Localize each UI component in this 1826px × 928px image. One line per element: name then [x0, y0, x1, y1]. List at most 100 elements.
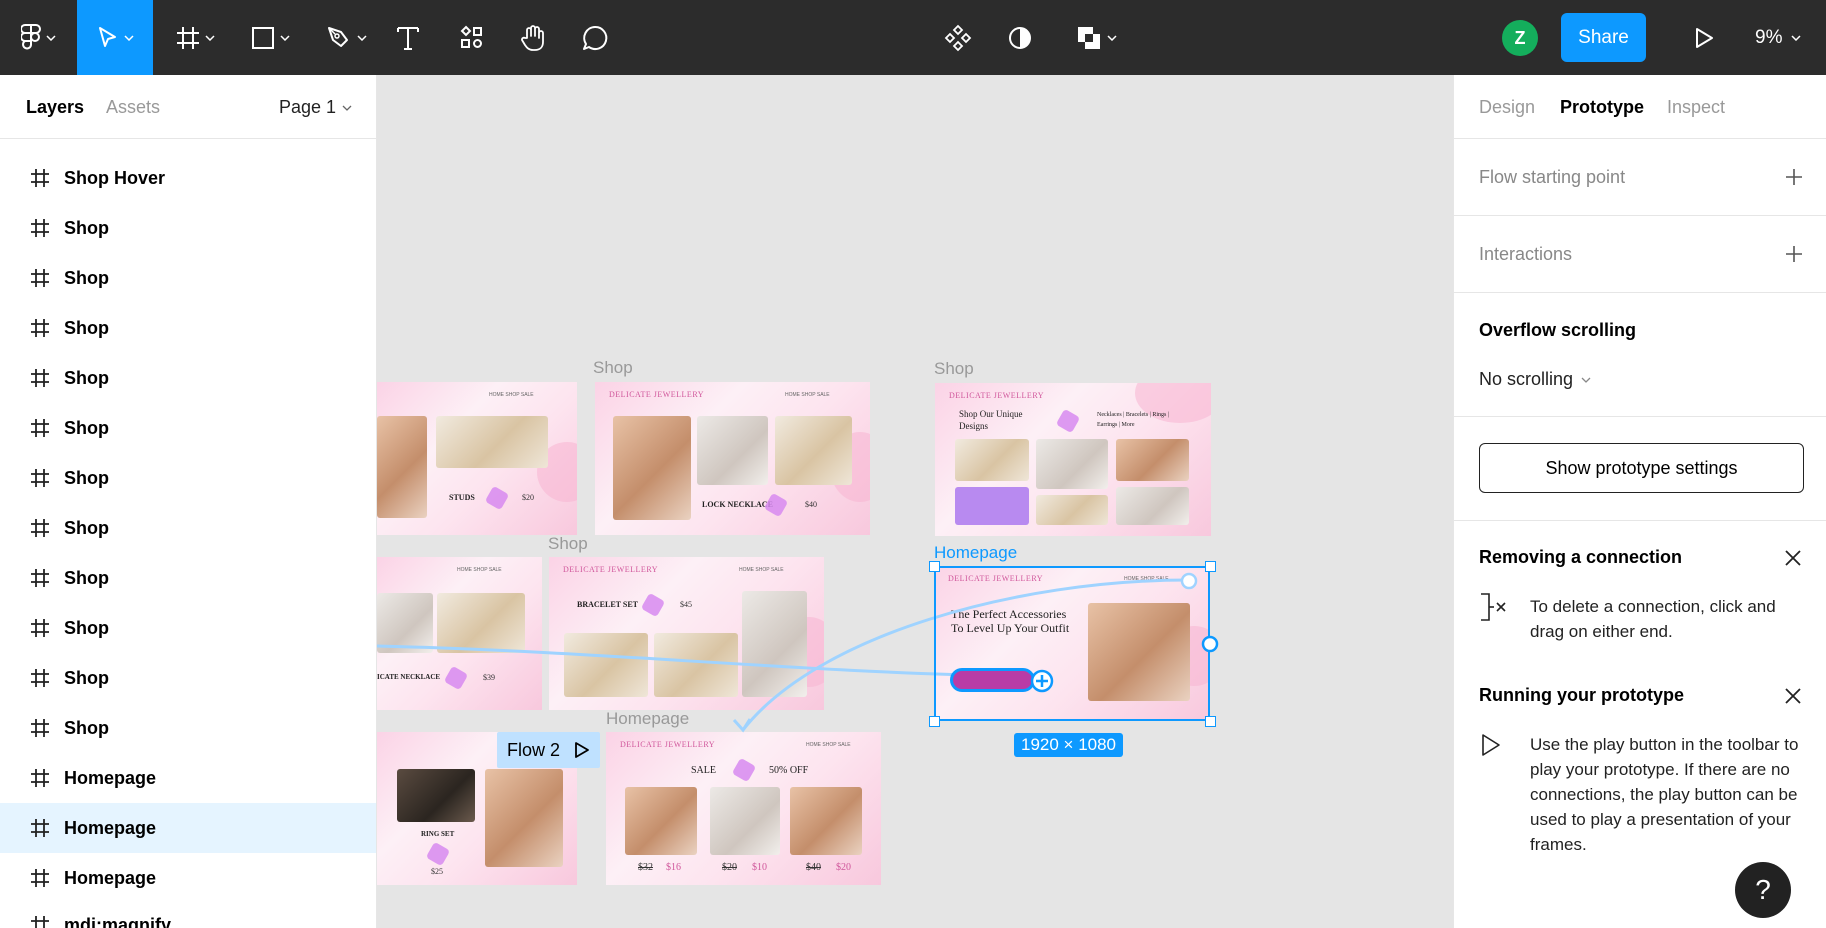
zoom-menu[interactable]: 9% — [1755, 0, 1801, 75]
frame-tool-button[interactable] — [165, 0, 225, 75]
resources-icon — [460, 25, 482, 48]
frame-icon — [31, 916, 49, 928]
page-selector[interactable]: Page 1 — [279, 97, 352, 118]
tip-running-prototype-title: Running your prototype — [1479, 685, 1684, 705]
layer-row[interactable]: Shop — [0, 553, 376, 603]
frame-icon — [31, 819, 49, 837]
pen-tool-icon — [327, 26, 348, 47]
share-button[interactable]: Share — [1561, 13, 1646, 62]
connection-handle[interactable] — [1200, 634, 1220, 654]
show-prototype-settings-button[interactable]: Show prototype settings — [1479, 443, 1804, 493]
shape-tool-icon — [251, 26, 274, 49]
boolean-button[interactable] — [1068, 0, 1124, 75]
layer-row[interactable]: Shop — [0, 503, 376, 553]
mask-button[interactable] — [1000, 0, 1040, 75]
move-tool-button[interactable] — [77, 0, 153, 75]
canvas[interactable]: Shop Shop HOME SHOP SALE STUDS $20 DELIC… — [377, 75, 1453, 928]
layer-name: Shop Hover — [64, 167, 166, 188]
play-icon — [1482, 734, 1500, 756]
layer-row[interactable]: Shop — [0, 603, 376, 653]
layers-panel: Layers Assets Page 1 Shop Hover Shop Shop S… — [0, 75, 377, 928]
play-icon[interactable] — [574, 741, 590, 759]
section-flow-starting-point: Flow starting point — [1454, 139, 1826, 216]
layer-name: Shop — [64, 367, 109, 388]
flow-starting-point-label: Flow starting point — [1479, 167, 1626, 187]
close-icon[interactable] — [1783, 548, 1803, 568]
layer-name: Shop — [64, 567, 109, 588]
chevron-down-icon — [279, 34, 290, 41]
resize-handle-tl[interactable] — [929, 561, 940, 572]
chevron-down-icon — [123, 34, 134, 41]
layer-row[interactable]: Shop — [0, 203, 376, 253]
layer-name: Shop — [64, 217, 109, 238]
tab-design[interactable]: Design — [1479, 97, 1535, 118]
hand-tool-icon — [521, 24, 544, 51]
connection-line-1[interactable] — [377, 644, 1011, 678]
tab-prototype[interactable]: Prototype — [1560, 97, 1644, 118]
layer-row[interactable]: Homepage — [0, 803, 376, 853]
layer-name: Shop — [64, 267, 109, 288]
overflow-scrolling-select[interactable]: No scrolling — [1479, 369, 1591, 390]
selection-size-label: 1920 × 1080 — [1014, 733, 1124, 757]
layer-row[interactable]: Homepage — [0, 853, 376, 903]
layer-row-partial-bottom[interactable]: mdi:magnify — [0, 903, 376, 928]
tab-assets[interactable]: Assets — [106, 97, 160, 118]
connection-arrow — [732, 718, 752, 733]
properties-panel: Design Prototype Inspect Flow starting p… — [1453, 75, 1826, 928]
user-avatar[interactable]: Z — [1502, 20, 1538, 56]
frame-icon — [31, 769, 49, 787]
layer-row[interactable]: Shop Hover — [0, 153, 376, 203]
main-menu-button[interactable] — [8, 0, 68, 75]
comment-tool-button[interactable] — [575, 0, 615, 75]
flow-starting-point-tag[interactable]: Flow 2 — [497, 732, 601, 768]
frame-icon — [31, 319, 49, 337]
layer-row-partial-top — [0, 139, 376, 153]
layer-name: mdi:magnify — [64, 915, 172, 928]
layer-row[interactable]: Homepage — [0, 753, 376, 803]
chevron-down-icon — [1581, 377, 1591, 383]
resize-handle-br[interactable] — [1205, 716, 1216, 727]
component-icon — [944, 24, 972, 51]
frame-icon — [31, 419, 49, 437]
text-tool-button[interactable] — [390, 0, 426, 75]
overflow-scrolling-title: Overflow scrolling — [1479, 320, 1637, 340]
layer-row[interactable]: Shop — [0, 653, 376, 703]
layer-row[interactable]: Shop — [0, 453, 376, 503]
resize-handle-bl[interactable] — [929, 716, 940, 727]
tab-layers[interactable]: Layers — [26, 97, 84, 118]
properties-tabs: Design Prototype Inspect — [1454, 75, 1826, 139]
frame-tool-icon — [176, 26, 199, 49]
tab-inspect[interactable]: Inspect — [1667, 97, 1725, 118]
add-flow-icon[interactable] — [1785, 168, 1803, 186]
component-button[interactable] — [938, 0, 978, 75]
boolean-icon — [1077, 26, 1100, 49]
resources-button[interactable] — [452, 0, 492, 75]
layer-name: Shop — [64, 417, 109, 438]
layer-row[interactable]: Shop — [0, 403, 376, 453]
layer-row[interactable]: Shop — [0, 353, 376, 403]
resize-handle-tr[interactable] — [1205, 561, 1216, 572]
layer-list: Shop Hover Shop Shop Shop Shop Shop Shop Shop Sh… — [0, 139, 376, 928]
layer-row[interactable]: Shop — [0, 253, 376, 303]
frame-icon — [31, 669, 49, 687]
interactions-label: Interactions — [1479, 244, 1573, 264]
add-interaction-icon[interactable] — [1785, 245, 1803, 263]
hand-tool-button[interactable] — [513, 0, 553, 75]
layer-row[interactable]: Shop — [0, 703, 376, 753]
frame-icon — [31, 269, 49, 287]
close-icon[interactable] — [1783, 686, 1803, 706]
frame-icon — [31, 219, 49, 237]
layer-row[interactable]: Shop — [0, 303, 376, 353]
shape-tool-button[interactable] — [240, 0, 300, 75]
pen-tool-button[interactable] — [316, 0, 376, 75]
page-name: Page 1 — [279, 97, 337, 117]
layer-name: Shop — [64, 667, 109, 688]
frame-icon — [31, 469, 49, 487]
help-button[interactable]: ? — [1735, 862, 1791, 918]
disconnect-icon — [1481, 593, 1506, 621]
move-tool-icon — [98, 26, 116, 47]
present-button[interactable] — [1680, 0, 1728, 75]
selection-box — [934, 566, 1210, 721]
layer-name: Shop — [64, 617, 109, 638]
layer-name: Homepage — [64, 867, 157, 888]
